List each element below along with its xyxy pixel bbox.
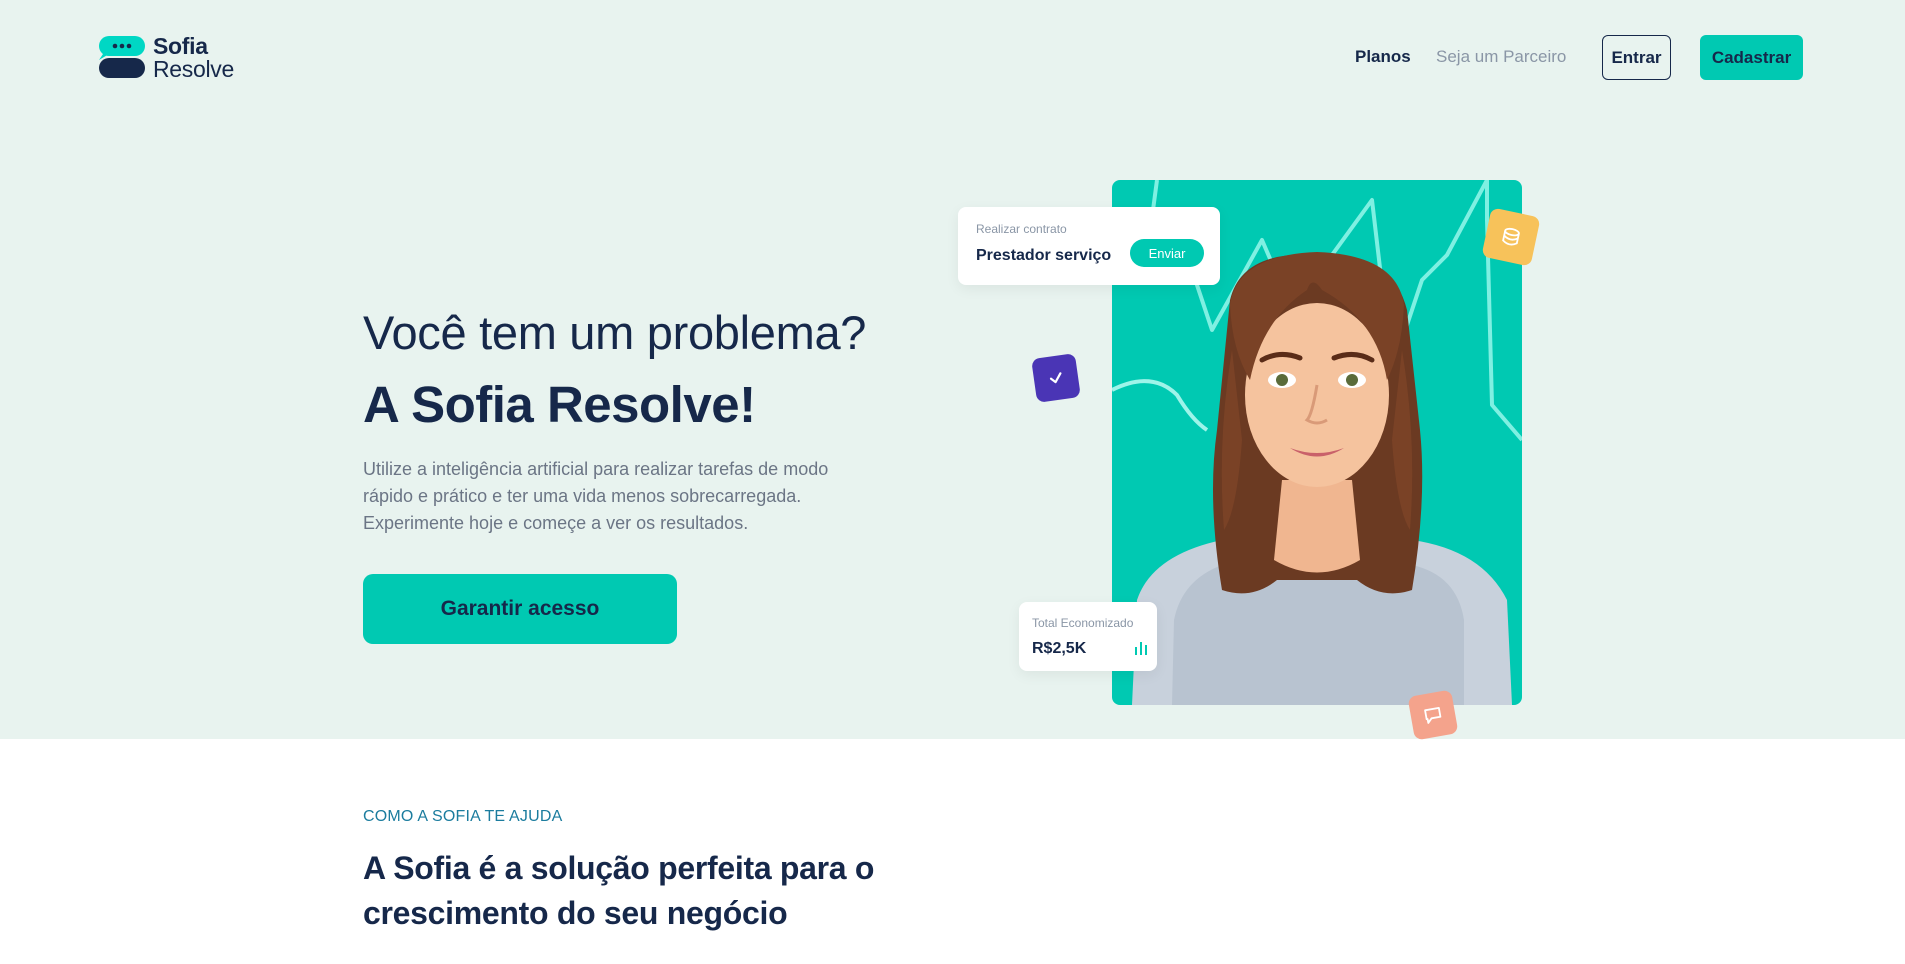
signup-button[interactable]: Cadastrar [1700, 35, 1803, 80]
top-nav: Planos Seja um Parceiro Entrar Cadastrar [0, 35, 1905, 80]
hero-description: Utilize a inteligência artificial para r… [363, 459, 829, 533]
total-savings-value: R$2,5K [1032, 640, 1087, 657]
contract-card-value: Prestador serviço [976, 247, 1112, 264]
nav-parceiro-link[interactable]: Seja um Parceiro [1436, 47, 1566, 67]
hero-section: Sofia Resolve Planos Seja um Parceiro En… [0, 0, 1905, 741]
section-eyebrow: COMO A SOFIA TE AJUDA [363, 808, 563, 825]
bar-chart-icon [1135, 642, 1147, 655]
nav-planos-link[interactable]: Planos [1355, 47, 1411, 67]
login-button[interactable]: Entrar [1602, 35, 1671, 80]
total-savings-card: Total Economizado R$2,5K [1019, 602, 1157, 671]
database-icon [1481, 207, 1541, 267]
contract-card-label: Realizar contrato [976, 222, 1067, 236]
section-title: A Sofia é a solução perfeita para o cres… [363, 850, 875, 931]
check-icon [1031, 353, 1081, 403]
hero-question: Você tem um problema? [363, 306, 867, 359]
total-savings-label: Total Economizado [1032, 616, 1134, 630]
chat-icon [1407, 689, 1459, 741]
hero-title: A Sofia Resolve! [363, 376, 756, 433]
enviar-button[interactable]: Enviar [1130, 239, 1204, 267]
garantir-acesso-button[interactable]: Garantir acesso [363, 574, 677, 644]
contract-card: Realizar contrato Prestador serviço Envi… [958, 207, 1220, 285]
